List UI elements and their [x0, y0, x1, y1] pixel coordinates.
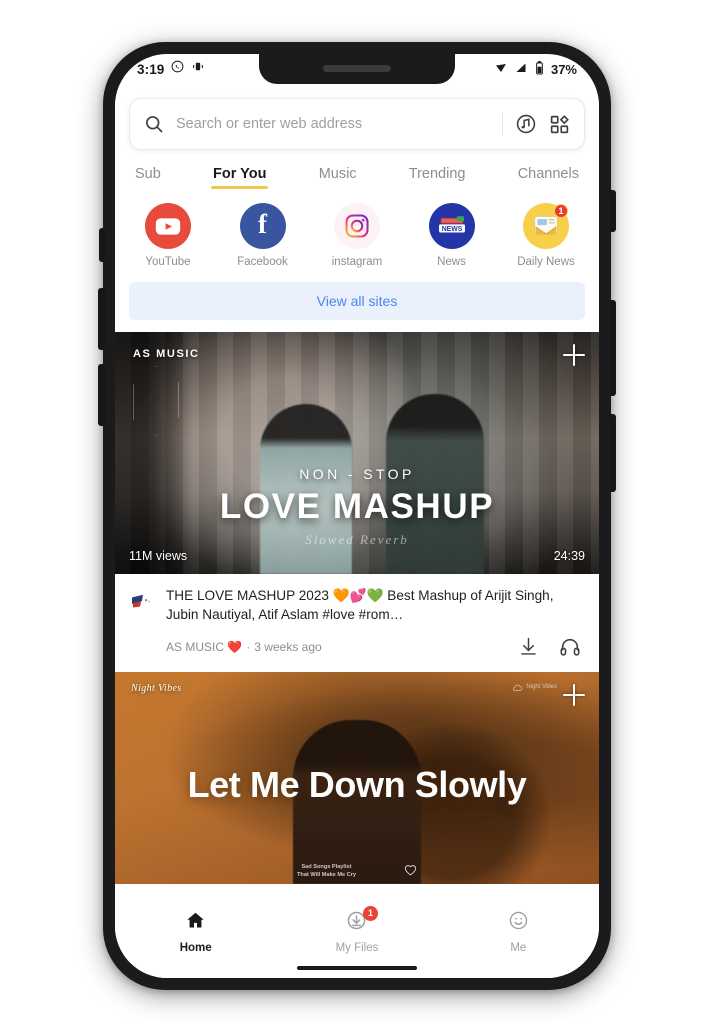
video-feed: AS MUSIC NON - STOP LOVE MASHUP Slowed R…	[115, 332, 599, 884]
shortcut-daily-news[interactable]: 1 Daily News	[513, 203, 579, 268]
nav-item-me[interactable]: Me	[438, 910, 599, 954]
thumbnail-title: LOVE MASHUP	[219, 487, 495, 526]
as-music-emblem	[133, 365, 179, 437]
video-card[interactable]: Night Vibes Night Vibes Let Me Down Slow…	[115, 671, 599, 884]
view-all-sites-button[interactable]: View all sites	[129, 282, 585, 320]
video-actions	[518, 636, 585, 658]
video-card[interactable]: AS MUSIC NON - STOP LOVE MASHUP Slowed R…	[115, 332, 599, 672]
watermark-label: Night Vibes	[526, 684, 557, 691]
side-button-top[interactable]	[609, 190, 616, 232]
download-icon[interactable]	[518, 636, 539, 657]
home-indicator[interactable]	[297, 966, 417, 970]
shortcut-facebook[interactable]: f Facebook	[230, 203, 296, 268]
nav-label: Me	[510, 942, 527, 954]
publish-date: 3 weeks ago	[254, 639, 322, 654]
add-icon[interactable]	[563, 683, 585, 706]
instagram-icon	[334, 203, 380, 249]
search-input[interactable]	[176, 116, 490, 132]
playlist-line-2: That Will Make Me Cry	[296, 871, 356, 878]
video-view-count: 11M views	[129, 549, 188, 563]
nav-label: My Files	[335, 942, 379, 954]
view-all-sites-label: View all sites	[316, 293, 398, 309]
signal-icon	[515, 62, 528, 77]
shortcut-label: YouTube	[145, 256, 191, 268]
video-thumbnail-love-mashup[interactable]: AS MUSIC NON - STOP LOVE MASHUP Slowed R…	[115, 332, 599, 574]
nav-item-my-files[interactable]: 1 My Files	[276, 906, 437, 954]
nav-label: Home	[179, 942, 212, 954]
tab-trending[interactable]: Trending	[409, 166, 466, 189]
vibrate-icon	[191, 60, 205, 78]
svg-text:NEWS: NEWS	[441, 226, 462, 233]
phone-device-frame: 3:19 37% Search or enter web address Sub…	[98, 39, 616, 993]
site-shortcuts: YouTube f Facebook instagram NEWS News 1…	[115, 189, 599, 268]
mute-switch-button[interactable]	[99, 228, 105, 262]
avatar[interactable]	[129, 589, 155, 615]
browser-content: Sub For You Music Trending Channels YouT…	[115, 84, 599, 978]
battery-icon	[535, 60, 544, 78]
profile-icon	[508, 910, 529, 936]
shortcut-label: instagram	[331, 256, 383, 268]
thumbnail-brand-label: AS MUSIC	[133, 348, 200, 360]
thumbnail-script-text: Slowed Reverb	[305, 532, 409, 547]
thumbnail-overline: NON - STOP	[299, 466, 415, 482]
power-button[interactable]	[609, 300, 616, 396]
playlist-line-1: Sad Songs Playlist	[301, 864, 352, 871]
wifi-icon	[494, 62, 508, 77]
thumbnail-footer: Sad Songs Playlist That Will Make Me Cry	[115, 863, 599, 881]
volume-up-button[interactable]	[98, 364, 105, 426]
home-icon	[185, 910, 206, 936]
device-notch	[259, 54, 455, 84]
headphones-icon[interactable]	[559, 636, 581, 658]
phone-screen: 3:19 37% Search or enter web address Sub…	[115, 54, 599, 978]
news-icon: NEWS	[428, 203, 475, 249]
thumbnail-brand-label: Night Vibes	[131, 682, 182, 694]
shortcut-label: Daily News	[517, 256, 575, 268]
thumbnail-title: Let Me Down Slowly	[187, 763, 527, 805]
video-meta-row: THE LOVE MASHUP 2023 🧡💕💚 Best Mashup of …	[115, 574, 599, 672]
earpiece-speaker	[323, 65, 391, 72]
whatsapp-icon	[171, 60, 184, 78]
badge-count: 1	[554, 204, 568, 218]
battery-percent: 37%	[550, 61, 577, 77]
cloud-watermark-icon: Night Vibes	[512, 684, 557, 692]
search-icon	[144, 114, 164, 134]
video-thumbnail-let-me-down-slowly[interactable]: Night Vibes Night Vibes Let Me Down Slow…	[115, 671, 599, 884]
shortcut-youtube[interactable]: YouTube	[135, 203, 201, 268]
apps-grid-icon[interactable]	[549, 114, 570, 135]
category-tab-bar: Sub For You Music Trending Channels	[115, 150, 599, 189]
shortcut-instagram[interactable]: instagram	[324, 203, 390, 268]
tab-music[interactable]: Music	[319, 166, 357, 189]
channel-name: AS MUSIC ❤️	[166, 639, 243, 654]
daily-news-icon: 1	[523, 203, 569, 249]
status-time: 3:19	[137, 61, 165, 77]
video-duration: 24:39	[553, 549, 585, 563]
tab-channels[interactable]: Channels	[518, 166, 579, 189]
playlist-caption: Sad Songs Playlist That Will Make Me Cry	[297, 864, 356, 879]
volume-down-button[interactable]	[98, 288, 105, 350]
badge-count: 1	[362, 906, 378, 921]
facebook-icon: f	[239, 203, 286, 249]
tab-sub[interactable]: Sub	[135, 166, 161, 189]
meta-separator: ·	[246, 639, 251, 654]
address-bar[interactable]	[129, 98, 585, 150]
video-submeta: AS MUSIC ❤️ · 3 weeks ago	[166, 636, 585, 658]
shortcut-label: News	[437, 256, 466, 268]
music-note-icon[interactable]	[515, 113, 537, 135]
add-icon[interactable]	[563, 344, 585, 366]
heart-icon	[404, 863, 417, 881]
shortcut-news[interactable]: NEWS News	[419, 203, 485, 268]
tab-for-you[interactable]: For You	[211, 166, 269, 189]
side-button-bottom[interactable]	[609, 414, 616, 492]
video-title[interactable]: THE LOVE MASHUP 2023 🧡💕💚 Best Mashup of …	[166, 587, 585, 625]
channel-and-date: AS MUSIC ❤️ · 3 weeks ago	[166, 640, 322, 654]
nav-item-home[interactable]: Home	[115, 910, 276, 954]
youtube-icon	[145, 203, 191, 249]
shortcut-label: Facebook	[237, 256, 288, 268]
toolbar-divider	[502, 112, 503, 136]
